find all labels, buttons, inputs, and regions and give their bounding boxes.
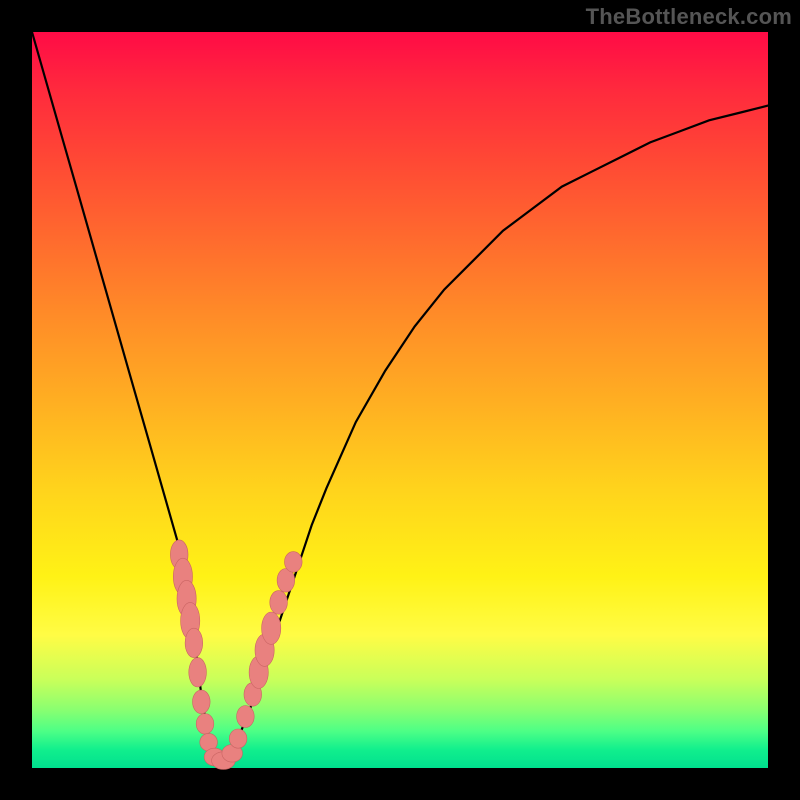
chart-area bbox=[32, 32, 768, 768]
marker-point bbox=[285, 552, 303, 573]
marker-point bbox=[270, 591, 288, 615]
marker-point bbox=[193, 690, 211, 714]
marker-point bbox=[185, 628, 203, 657]
watermark: TheBottleneck.com bbox=[586, 4, 792, 30]
marker-point bbox=[196, 714, 214, 735]
bottleneck-curve bbox=[32, 32, 768, 761]
marker-point bbox=[262, 612, 281, 644]
marker-group bbox=[170, 540, 302, 770]
chart-svg bbox=[32, 32, 768, 768]
marker-point bbox=[189, 658, 207, 687]
marker-point bbox=[237, 706, 255, 728]
marker-point bbox=[229, 729, 247, 748]
